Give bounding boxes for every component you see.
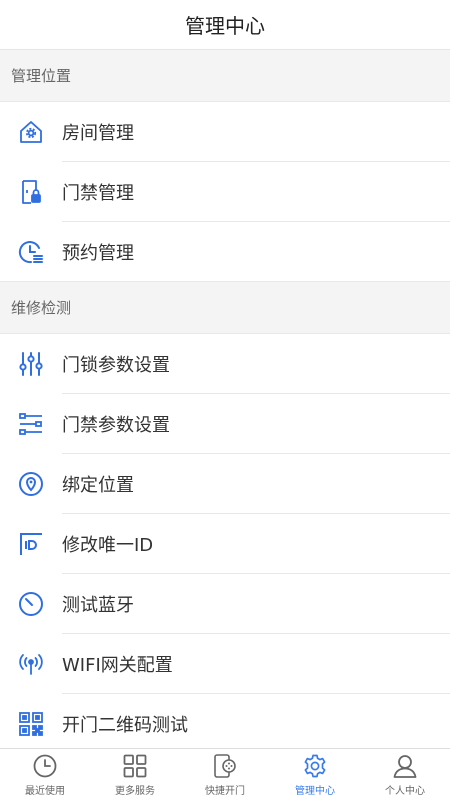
tab-recent[interactable]: 最近使用 (0, 749, 90, 800)
sliders-icon (0, 334, 62, 394)
gear-icon (304, 754, 326, 777)
tab-quick-open[interactable]: 快捷开门 (180, 749, 270, 800)
list-item-label: 门禁参数设置 (62, 415, 170, 436)
tab-more-services[interactable]: 更多服务 (90, 749, 180, 800)
phone-unlock-icon (214, 753, 236, 778)
list-item-bind-location[interactable]: 绑定位置 (0, 454, 450, 514)
list-item-qr-test[interactable]: 开门二维码测试 (0, 694, 450, 748)
tab-label: 最近使用 (25, 785, 65, 797)
clock-icon (33, 754, 57, 777)
clock-list-icon (0, 222, 62, 282)
list-item-test-bluetooth[interactable]: 测试蓝牙 (0, 574, 450, 634)
list-item-label: 房间管理 (62, 123, 134, 144)
list-item-label: 修改唯一ID (62, 535, 154, 556)
location-icon (0, 454, 62, 514)
list-item-label: 测试蓝牙 (62, 595, 134, 616)
tab-label: 个人中心 (385, 785, 425, 797)
grid-icon (123, 754, 147, 777)
list-item-lock-params[interactable]: 门锁参数设置 (0, 334, 450, 394)
tab-profile[interactable]: 个人中心 (360, 749, 450, 800)
section-header-maintenance: 维修检测 (0, 282, 450, 334)
list-item-change-id[interactable]: 修改唯一ID (0, 514, 450, 574)
gauge-icon (0, 574, 62, 634)
page-title: 管理中心 (185, 14, 265, 38)
list-item-label: 绑定位置 (62, 475, 134, 496)
list-item-label: 预约管理 (62, 243, 134, 264)
list-item-label: WIFI网关配置 (62, 655, 173, 676)
id-icon (0, 514, 62, 574)
tab-label: 快捷开门 (205, 785, 245, 797)
list-item-reservation[interactable]: 预约管理 (0, 222, 450, 282)
wifi-signal-icon (0, 634, 62, 694)
list-item-label: 门禁管理 (62, 183, 134, 204)
tab-label: 管理中心 (295, 785, 335, 797)
settings-list-icon (0, 394, 62, 454)
qr-code-icon (0, 694, 62, 748)
list-item-room-management[interactable]: 房间管理 (0, 102, 450, 162)
section-header-location: 管理位置 (0, 50, 450, 102)
list-item-label: 门锁参数设置 (62, 355, 170, 376)
list-item-label: 开门二维码测试 (62, 715, 188, 736)
house-icon (0, 102, 62, 162)
list-item-access-control[interactable]: 门禁管理 (0, 162, 450, 222)
app-header: 管理中心 (0, 0, 450, 50)
tab-management-center[interactable]: 管理中心 (270, 749, 360, 800)
list-item-wifi-gateway[interactable]: WIFI网关配置 (0, 634, 450, 694)
person-icon (393, 754, 417, 778)
list-item-gate-params[interactable]: 门禁参数设置 (0, 394, 450, 454)
main-content: 管理位置 房间管理 门禁管理 预约管理 维修检测 门锁参数设置 门禁参数设置 绑… (0, 50, 450, 748)
bottom-tab-bar: 最近使用 更多服务 快捷开门 管理中心 个人中心 (0, 748, 450, 800)
door-lock-icon (0, 162, 62, 222)
tab-label: 更多服务 (115, 785, 155, 797)
